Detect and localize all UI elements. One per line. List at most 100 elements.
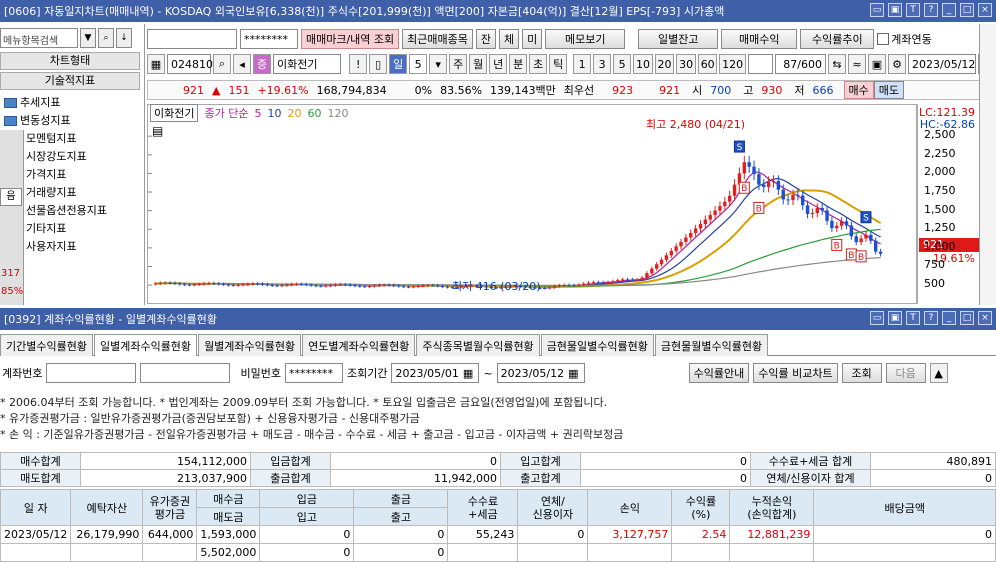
interval-1-button[interactable]: 1	[573, 54, 592, 74]
calendar-icon[interactable]: ▦	[568, 367, 578, 380]
profit-trend-button[interactable]: 수익률추이	[800, 29, 875, 49]
font-icon[interactable]: T	[906, 3, 920, 17]
tab-period-profit[interactable]: 기간별수익률현황	[0, 334, 93, 356]
compare-icon[interactable]: ≈	[848, 54, 866, 74]
candle-body	[664, 255, 669, 260]
stock-name-field[interactable]: 이화전기	[273, 54, 342, 74]
profit-compare-chart-button[interactable]: 수익률 비교차트	[753, 363, 838, 383]
folder-icon	[4, 116, 17, 126]
sidebar-item-trend[interactable]: 추세지표	[0, 94, 140, 112]
minimize-icon[interactable]: _	[942, 311, 956, 325]
period-count-field[interactable]: 5	[409, 54, 428, 74]
tab-gold-monthly-profit[interactable]: 금현물월별수익률현황	[654, 334, 769, 356]
maximize-icon[interactable]: □	[960, 3, 974, 17]
account-link-checkbox[interactable]: 계좌연동	[877, 31, 932, 47]
account-number-input[interactable]	[46, 363, 137, 383]
interval-120-button[interactable]: 120	[719, 54, 746, 74]
candle-body	[805, 205, 810, 214]
tab-daily-profit[interactable]: 일별계좌수익률현황	[93, 334, 198, 356]
sell-button[interactable]: 매도	[873, 81, 905, 99]
price-chart[interactable]: SBBSBBB	[147, 104, 917, 304]
scroll-up-icon[interactable]: ▲	[929, 363, 948, 383]
trade-profit-button[interactable]: 매매수익	[721, 29, 798, 49]
interval-custom-field[interactable]	[747, 54, 774, 74]
interval-20-button[interactable]: 20	[654, 54, 675, 74]
grid-icon[interactable]: ▦	[147, 54, 165, 74]
next-button[interactable]: 다음	[885, 363, 926, 383]
interval-3-button[interactable]: 3	[593, 54, 612, 74]
restore-icon[interactable]: ▭	[870, 311, 884, 325]
table-row[interactable]: 2023/05/12 26,179,990 644,000 1,593,000 …	[0, 525, 996, 544]
chart-date-field[interactable]: 2023/05/12	[908, 54, 976, 74]
account-select[interactable]	[147, 29, 237, 49]
candle-body	[197, 284, 201, 286]
link-icon[interactable]: ⇆	[828, 54, 846, 74]
minimize-icon[interactable]: _	[942, 3, 956, 17]
period-spin-icon[interactable]: ▾	[429, 54, 448, 74]
account-password[interactable]: ********	[240, 29, 298, 49]
chart-settings-icon[interactable]: ▤	[152, 124, 163, 138]
trade-mark-button[interactable]: 매매마크/내역 조회	[301, 29, 400, 49]
interval-5-button[interactable]: 5	[613, 54, 632, 74]
dropdown-icon[interactable]: ▼	[80, 28, 96, 48]
tab-monthly-profit[interactable]: 월별계좌수익률현황	[198, 334, 302, 356]
menu-search-input[interactable]: 메뉴항목검색	[0, 28, 78, 48]
lock-icon[interactable]: ▯	[369, 54, 388, 74]
save-icon[interactable]: ▣	[868, 54, 886, 74]
period-month-button[interactable]: 월	[469, 54, 488, 74]
period-second-button[interactable]: 초	[529, 54, 548, 74]
interval-60-button[interactable]: 60	[697, 54, 718, 74]
interval-30-button[interactable]: 30	[676, 54, 696, 74]
search-icon[interactable]: ⌕	[98, 28, 114, 48]
sidebar-item-volatility[interactable]: 변동성지표	[0, 112, 140, 130]
checkbox-icon[interactable]	[877, 33, 890, 45]
table-row[interactable]: 5,502,000 0 0	[0, 543, 996, 562]
gear-icon[interactable]: ⚙	[888, 54, 906, 74]
query-button[interactable]: 조회	[841, 363, 882, 383]
restore-icon[interactable]: ▭	[870, 3, 884, 17]
candle-body	[572, 285, 576, 287]
unfilled-small-button[interactable]: 미	[522, 29, 543, 49]
recent-trades-button[interactable]: 최근매매종목	[402, 29, 473, 49]
calendar-icon[interactable]: ▦	[463, 367, 473, 380]
balance-small-button[interactable]: 잔	[475, 29, 497, 49]
candle-body	[567, 285, 571, 287]
tab-stock-monthly-profit[interactable]: 주식종목별월수익률현황	[416, 334, 540, 356]
close-icon[interactable]: ×	[978, 3, 992, 17]
candle-body	[265, 284, 270, 286]
down-arrow-icon[interactable]: ↓	[116, 28, 132, 48]
filled-small-button[interactable]: 체	[499, 29, 520, 49]
memo-button[interactable]: 메모보기	[545, 29, 626, 49]
buy-button[interactable]: 매수	[843, 81, 874, 99]
candle-body	[231, 285, 236, 287]
tab-yearly-profit[interactable]: 연도별계좌수익률현황	[302, 334, 416, 356]
font-icon[interactable]: T	[906, 311, 920, 325]
stock-type-icon[interactable]: 증	[253, 54, 271, 74]
period-tick-button[interactable]: 틱	[549, 54, 568, 74]
ma-label: 종가 단순	[204, 107, 249, 120]
stock-code-input[interactable]: 024810	[167, 54, 213, 74]
speaker-icon[interactable]: ◂	[233, 54, 251, 74]
period-minute-button[interactable]: 분	[509, 54, 528, 74]
help-icon[interactable]: ?	[924, 311, 938, 325]
period-week-button[interactable]: 주	[449, 54, 468, 74]
help-icon[interactable]: ?	[924, 3, 938, 17]
interval-10-button[interactable]: 10	[633, 54, 653, 74]
tab-gold-daily-profit[interactable]: 금현물일별수익률현황	[540, 334, 654, 356]
password-input[interactable]: ********	[284, 363, 343, 383]
period-day-button[interactable]: 일	[389, 54, 408, 74]
date-to-input[interactable]: 2023/05/12 ▦	[496, 363, 585, 383]
technical-indicator-header[interactable]: 기술적지표	[0, 72, 140, 90]
alert-icon[interactable]: !	[349, 54, 368, 74]
date-from-input[interactable]: 2023/05/01 ▦	[391, 363, 480, 383]
profit-guide-button[interactable]: 수익률안내	[688, 363, 750, 383]
close-icon[interactable]: ×	[978, 311, 992, 325]
chart-type-header[interactable]: 차트형태	[0, 52, 140, 70]
search-icon[interactable]: ⌕	[213, 54, 231, 74]
chart-stock-tab[interactable]: 이화전기	[150, 104, 199, 122]
period-year-button[interactable]: 년	[489, 54, 508, 74]
tile-icon[interactable]: ▣	[888, 311, 902, 325]
daily-balance-button[interactable]: 일별잔고	[638, 29, 719, 49]
maximize-icon[interactable]: □	[960, 311, 974, 325]
tile-icon[interactable]: ▣	[888, 3, 902, 17]
